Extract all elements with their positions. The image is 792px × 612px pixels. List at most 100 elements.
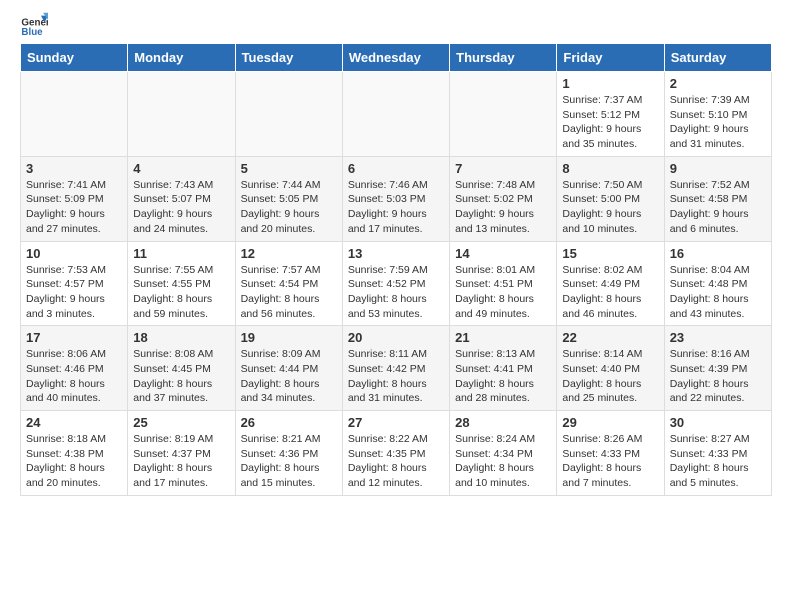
day-number: 30 (670, 415, 766, 430)
day-info: Sunrise: 8:11 AM Sunset: 4:42 PM Dayligh… (348, 347, 444, 406)
calendar-cell: 13 Sunrise: 7:59 AM Sunset: 4:52 PM Dayli… (342, 241, 449, 326)
calendar-cell: 15 Sunrise: 8:02 AM Sunset: 4:49 PM Dayli… (557, 241, 664, 326)
calendar-cell: 28Sunrise: 8:24 AM Sunset: 4:34 PM Dayli… (450, 411, 557, 496)
logo-icon: General Blue (20, 10, 48, 38)
calendar-cell: 10 Sunrise: 7:53 AM Sunset: 4:57 PM Dayli… (21, 241, 128, 326)
day-number: 15 (562, 246, 658, 261)
day-info: Sunrise: 7:53 AM Sunset: 4:57 PM Dayligh… (26, 263, 122, 322)
day-info: Sunrise: 8:13 AM Sunset: 4:41 PM Dayligh… (455, 347, 551, 406)
calendar-cell: 19 Sunrise: 8:09 AM Sunset: 4:44 PM Dayli… (235, 326, 342, 411)
day-info: Sunrise: 8:27 AM Sunset: 4:33 PM Dayligh… (670, 432, 766, 491)
day-info: Sunrise: 8:21 AM Sunset: 4:36 PM Dayligh… (241, 432, 337, 491)
day-number: 16 (670, 246, 766, 261)
calendar-container: SundayMondayTuesdayWednesdayThursdayFrid… (0, 43, 792, 506)
day-info: Sunrise: 7:55 AM Sunset: 4:55 PM Dayligh… (133, 263, 229, 322)
calendar-week-3: 10 Sunrise: 7:53 AM Sunset: 4:57 PM Dayli… (21, 241, 772, 326)
day-info: Sunrise: 8:18 AM Sunset: 4:38 PM Dayligh… (26, 432, 122, 491)
calendar-cell (128, 72, 235, 157)
calendar-cell: 25 Sunrise: 8:19 AM Sunset: 4:37 PM Dayli… (128, 411, 235, 496)
day-info: Sunrise: 8:02 AM Sunset: 4:49 PM Dayligh… (562, 263, 658, 322)
calendar-cell: 2 Sunrise: 7:39 AM Sunset: 5:10 PM Daylig… (664, 72, 771, 157)
day-info: Sunrise: 7:44 AM Sunset: 5:05 PM Dayligh… (241, 178, 337, 237)
day-number: 12 (241, 246, 337, 261)
day-info: Sunrise: 8:14 AM Sunset: 4:40 PM Dayligh… (562, 347, 658, 406)
day-number: 25 (133, 415, 229, 430)
day-info: Sunrise: 8:06 AM Sunset: 4:46 PM Dayligh… (26, 347, 122, 406)
day-info: Sunrise: 8:01 AM Sunset: 4:51 PM Dayligh… (455, 263, 551, 322)
calendar-cell: 27 Sunrise: 8:22 AM Sunset: 4:35 PM Dayli… (342, 411, 449, 496)
day-number: 9 (670, 161, 766, 176)
day-number: 27 (348, 415, 444, 430)
calendar-cell: 22 Sunrise: 8:14 AM Sunset: 4:40 PM Dayli… (557, 326, 664, 411)
calendar-cell: 30 Sunrise: 8:27 AM Sunset: 4:33 PM Dayli… (664, 411, 771, 496)
calendar-header-tuesday: Tuesday (235, 44, 342, 72)
day-number: 8 (562, 161, 658, 176)
calendar-cell: 29 Sunrise: 8:26 AM Sunset: 4:33 PM Dayli… (557, 411, 664, 496)
calendar-header-saturday: Saturday (664, 44, 771, 72)
calendar-cell: 7Sunrise: 7:48 AM Sunset: 5:02 PM Daylig… (450, 156, 557, 241)
day-number: 5 (241, 161, 337, 176)
calendar-cell: 18 Sunrise: 8:08 AM Sunset: 4:45 PM Dayli… (128, 326, 235, 411)
day-number: 3 (26, 161, 122, 176)
day-info: Sunrise: 8:22 AM Sunset: 4:35 PM Dayligh… (348, 432, 444, 491)
day-number: 18 (133, 330, 229, 345)
calendar-cell (342, 72, 449, 157)
calendar-week-5: 24 Sunrise: 8:18 AM Sunset: 4:38 PM Dayli… (21, 411, 772, 496)
svg-text:Blue: Blue (21, 27, 43, 38)
day-number: 14 (455, 246, 551, 261)
calendar-table: SundayMondayTuesdayWednesdayThursdayFrid… (20, 43, 772, 496)
day-number: 11 (133, 246, 229, 261)
day-number: 22 (562, 330, 658, 345)
calendar-cell: 16 Sunrise: 8:04 AM Sunset: 4:48 PM Dayli… (664, 241, 771, 326)
day-info: Sunrise: 7:59 AM Sunset: 4:52 PM Dayligh… (348, 263, 444, 322)
day-number: 17 (26, 330, 122, 345)
calendar-cell: 9 Sunrise: 7:52 AM Sunset: 4:58 PM Daylig… (664, 156, 771, 241)
calendar-cell: 3 Sunrise: 7:41 AM Sunset: 5:09 PM Daylig… (21, 156, 128, 241)
calendar-header-sunday: Sunday (21, 44, 128, 72)
day-info: Sunrise: 7:41 AM Sunset: 5:09 PM Dayligh… (26, 178, 122, 237)
calendar-cell: 20 Sunrise: 8:11 AM Sunset: 4:42 PM Dayli… (342, 326, 449, 411)
day-info: Sunrise: 8:09 AM Sunset: 4:44 PM Dayligh… (241, 347, 337, 406)
day-number: 29 (562, 415, 658, 430)
day-number: 2 (670, 76, 766, 91)
day-number: 19 (241, 330, 337, 345)
calendar-cell: 26Sunrise: 8:21 AM Sunset: 4:36 PM Dayli… (235, 411, 342, 496)
calendar-week-4: 17 Sunrise: 8:06 AM Sunset: 4:46 PM Dayli… (21, 326, 772, 411)
day-number: 1 (562, 76, 658, 91)
day-number: 6 (348, 161, 444, 176)
calendar-cell: 8 Sunrise: 7:50 AM Sunset: 5:00 PM Daylig… (557, 156, 664, 241)
logo: General Blue (20, 10, 50, 38)
day-info: Sunrise: 8:26 AM Sunset: 4:33 PM Dayligh… (562, 432, 658, 491)
day-number: 24 (26, 415, 122, 430)
calendar-header: SundayMondayTuesdayWednesdayThursdayFrid… (21, 44, 772, 72)
day-info: Sunrise: 7:52 AM Sunset: 4:58 PM Dayligh… (670, 178, 766, 237)
day-number: 13 (348, 246, 444, 261)
day-info: Sunrise: 7:57 AM Sunset: 4:54 PM Dayligh… (241, 263, 337, 322)
calendar-cell: 6 Sunrise: 7:46 AM Sunset: 5:03 PM Daylig… (342, 156, 449, 241)
day-info: Sunrise: 7:46 AM Sunset: 5:03 PM Dayligh… (348, 178, 444, 237)
calendar-week-1: 1Sunrise: 7:37 AM Sunset: 5:12 PM Daylig… (21, 72, 772, 157)
day-info: Sunrise: 8:19 AM Sunset: 4:37 PM Dayligh… (133, 432, 229, 491)
day-info: Sunrise: 7:39 AM Sunset: 5:10 PM Dayligh… (670, 93, 766, 152)
calendar-cell: 4Sunrise: 7:43 AM Sunset: 5:07 PM Daylig… (128, 156, 235, 241)
day-info: Sunrise: 7:50 AM Sunset: 5:00 PM Dayligh… (562, 178, 658, 237)
calendar-cell: 12 Sunrise: 7:57 AM Sunset: 4:54 PM Dayli… (235, 241, 342, 326)
calendar-cell (450, 72, 557, 157)
calendar-cell: 23 Sunrise: 8:16 AM Sunset: 4:39 PM Dayli… (664, 326, 771, 411)
calendar-header-thursday: Thursday (450, 44, 557, 72)
calendar-header-friday: Friday (557, 44, 664, 72)
day-number: 4 (133, 161, 229, 176)
calendar-cell: 17 Sunrise: 8:06 AM Sunset: 4:46 PM Dayli… (21, 326, 128, 411)
day-info: Sunrise: 8:16 AM Sunset: 4:39 PM Dayligh… (670, 347, 766, 406)
day-info: Sunrise: 8:04 AM Sunset: 4:48 PM Dayligh… (670, 263, 766, 322)
day-number: 28 (455, 415, 551, 430)
calendar-cell: 14 Sunrise: 8:01 AM Sunset: 4:51 PM Dayli… (450, 241, 557, 326)
day-info: Sunrise: 8:08 AM Sunset: 4:45 PM Dayligh… (133, 347, 229, 406)
calendar-cell: 1Sunrise: 7:37 AM Sunset: 5:12 PM Daylig… (557, 72, 664, 157)
day-number: 20 (348, 330, 444, 345)
day-number: 10 (26, 246, 122, 261)
calendar-cell (235, 72, 342, 157)
calendar-week-2: 3 Sunrise: 7:41 AM Sunset: 5:09 PM Daylig… (21, 156, 772, 241)
page-header: General Blue (0, 0, 792, 43)
day-number: 23 (670, 330, 766, 345)
